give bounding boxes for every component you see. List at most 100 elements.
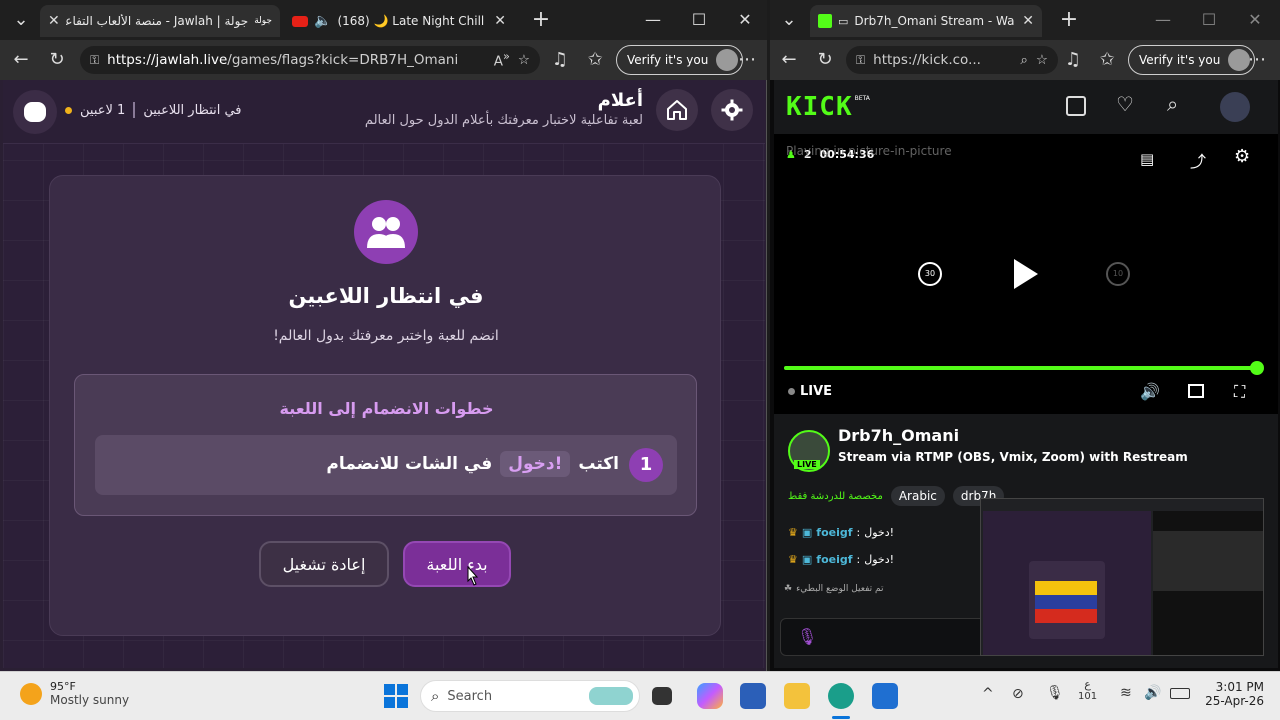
favorite-star-icon[interactable]: ☆ bbox=[1036, 52, 1048, 68]
copilot-icon[interactable] bbox=[697, 683, 723, 709]
input-language[interactable]: ع 101 bbox=[1078, 678, 1097, 702]
task-view-icon[interactable] bbox=[652, 687, 672, 705]
minimize-button[interactable]: — bbox=[1150, 8, 1176, 32]
rewind-30-icon[interactable]: 30 bbox=[918, 262, 942, 286]
close-icon[interactable]: ✕ bbox=[494, 13, 506, 29]
share-icon[interactable]: ⤴ bbox=[1190, 148, 1206, 172]
settings-button[interactable] bbox=[711, 89, 753, 131]
battery-icon[interactable] bbox=[1170, 688, 1190, 699]
file-explorer-icon[interactable] bbox=[784, 683, 810, 709]
refresh-button[interactable]: ↻ bbox=[812, 48, 838, 72]
search-icon[interactable]: ⌕ bbox=[1167, 92, 1178, 116]
heart-icon[interactable]: ♡ bbox=[1116, 92, 1134, 116]
close-icon[interactable]: ✕ bbox=[1022, 13, 1034, 29]
video-player[interactable]: ♟ 2 00:54:36 Playing in picture-in-pictu… bbox=[774, 134, 1278, 414]
game-title-block: أعلام لعبة تفاعلية لاختبار معرفتك بأعلام… bbox=[365, 90, 643, 128]
weather-temp: 95°F bbox=[50, 680, 76, 693]
minimize-button[interactable]: — bbox=[640, 8, 666, 32]
tab-list-button[interactable]: ⌄ bbox=[8, 8, 34, 32]
favorite-star-icon[interactable]: ☆ bbox=[518, 52, 530, 68]
kick-logo[interactable]: KICK BETA bbox=[786, 92, 870, 122]
speaker-icon[interactable]: 🔈 bbox=[314, 13, 331, 29]
tab-jawlah[interactable]: جولة جولة | Jawlah - منصة الألعاب التفاع… bbox=[40, 5, 280, 37]
forward-10-icon[interactable]: 10 bbox=[1106, 262, 1130, 286]
verify-profile-button[interactable]: Verify it's you bbox=[616, 45, 744, 75]
new-tab-button[interactable]: + bbox=[528, 8, 554, 32]
windows-taskbar: 95°F Mostly sunny ⌕ Search ^ ⊘ 🎙 ع 101 ≋… bbox=[0, 671, 1280, 720]
favorites-icon[interactable]: ✩ bbox=[582, 48, 608, 72]
close-window-button[interactable]: ✕ bbox=[1242, 8, 1268, 32]
step-command[interactable]: !دخول bbox=[500, 451, 571, 477]
chat-user[interactable]: foeigf bbox=[816, 553, 852, 566]
preview-video bbox=[1153, 531, 1263, 591]
following-icon[interactable] bbox=[1066, 96, 1086, 116]
close-icon[interactable]: ✕ bbox=[48, 13, 60, 29]
microphone-icon[interactable]: 🎙 bbox=[797, 627, 817, 646]
progress-track[interactable] bbox=[784, 361, 1264, 375]
restart-button[interactable]: إعادة تشغيل bbox=[259, 541, 389, 587]
back-button[interactable]: ← bbox=[8, 48, 34, 72]
channel-name[interactable]: Drb7h_Omani bbox=[838, 426, 959, 445]
more-menu-icon[interactable]: ⋯ bbox=[1244, 48, 1270, 72]
tag-arabic[interactable]: Arabic bbox=[890, 486, 945, 506]
network-off-icon[interactable]: ⊘ bbox=[1012, 686, 1024, 702]
progress-fill bbox=[784, 366, 1258, 370]
show-hidden-icons[interactable]: ^ bbox=[982, 686, 994, 702]
close-window-button[interactable]: ✕ bbox=[732, 8, 758, 32]
chat-text: دخول! bbox=[864, 526, 895, 539]
refresh-button[interactable]: ↻ bbox=[44, 48, 70, 72]
progress-handle[interactable] bbox=[1250, 361, 1264, 375]
volume-icon[interactable]: 🔊 bbox=[1144, 685, 1161, 701]
gear-icon bbox=[721, 99, 743, 121]
zoom-icon[interactable]: ⌕ bbox=[1020, 52, 1028, 68]
maximize-button[interactable]: ☐ bbox=[686, 8, 712, 32]
windows-start-icon[interactable] bbox=[384, 684, 408, 708]
url-bar[interactable]: ⚿ https://jawlah.live/games/flags?kick=D… bbox=[80, 46, 540, 74]
extensions-icon[interactable]: ♫ bbox=[1060, 48, 1086, 72]
url-bar[interactable]: ⚿ https://kick.co... ⌕ ☆ bbox=[846, 46, 1058, 74]
tab-kick[interactable]: ▭ Drb7h_Omani Stream - Watch ✕ bbox=[810, 5, 1042, 37]
waiting-card: في انتظار اللاعبين انضم للعبة واختبر معر… bbox=[49, 175, 721, 636]
url-host: https://jawlah.live bbox=[107, 52, 228, 68]
volume-icon[interactable]: 🔊 bbox=[1140, 382, 1160, 401]
play-icon[interactable] bbox=[1012, 258, 1040, 290]
more-menu-icon[interactable]: ⋯ bbox=[734, 48, 760, 72]
extensions-icon[interactable]: ♫ bbox=[547, 48, 573, 72]
taskbar-search[interactable]: ⌕ Search bbox=[420, 680, 640, 712]
weather-widget[interactable]: 95°F Mostly sunny bbox=[20, 680, 129, 707]
maximize-button[interactable]: ☐ bbox=[1196, 8, 1222, 32]
kick-favicon bbox=[818, 14, 832, 28]
badge-icon: ▣ bbox=[801, 526, 813, 539]
theater-icon[interactable]: ▤ bbox=[1140, 150, 1154, 168]
window-preview-thumbnail[interactable] bbox=[980, 498, 1264, 656]
outlook-icon[interactable] bbox=[872, 683, 898, 709]
url-text: https://kick.co... bbox=[873, 52, 981, 68]
chat-bubble-button[interactable] bbox=[13, 90, 57, 134]
microphone-icon[interactable]: 🎙 bbox=[1046, 685, 1064, 701]
edge-icon[interactable] bbox=[828, 683, 854, 709]
fullscreen-icon[interactable]: ⛶ bbox=[1234, 382, 1245, 402]
wifi-icon[interactable]: ≋ bbox=[1120, 685, 1132, 701]
home-button[interactable] bbox=[656, 89, 698, 131]
kick-logo-text: KICK bbox=[786, 92, 853, 122]
step-number: 1 bbox=[629, 448, 663, 482]
tag-chat-only[interactable]: مخصصة للدردشة فقط bbox=[788, 491, 883, 502]
read-aloud-icon[interactable]: A» bbox=[494, 50, 510, 70]
new-tab-button[interactable]: + bbox=[1056, 8, 1082, 32]
favorites-icon[interactable]: ✩ bbox=[1094, 48, 1120, 72]
user-avatar[interactable] bbox=[1220, 92, 1250, 122]
edge-active-indicator bbox=[832, 716, 850, 719]
beta-badge: BETA bbox=[854, 95, 870, 102]
start-game-button[interactable]: بدء اللعبة bbox=[403, 541, 511, 587]
tab-youtube[interactable]: 🔈 (168) 🌙 Late Night Chill — C ✕ bbox=[284, 5, 514, 37]
back-button[interactable]: ← bbox=[776, 48, 802, 72]
store-icon[interactable] bbox=[740, 683, 766, 709]
chat-user[interactable]: foeigf bbox=[816, 526, 852, 539]
clock-date: 25-Apr-26 bbox=[1205, 694, 1264, 708]
clock[interactable]: 3:01 PM 25-Apr-26 bbox=[1204, 680, 1264, 708]
tab-list-button[interactable]: ⌄ bbox=[776, 8, 802, 32]
sun-icon bbox=[20, 682, 42, 705]
verify-profile-button[interactable]: Verify it's you bbox=[1128, 45, 1256, 75]
pip-toggle-icon[interactable] bbox=[1188, 384, 1204, 398]
player-settings-icon[interactable]: ⚙ bbox=[1234, 146, 1250, 167]
